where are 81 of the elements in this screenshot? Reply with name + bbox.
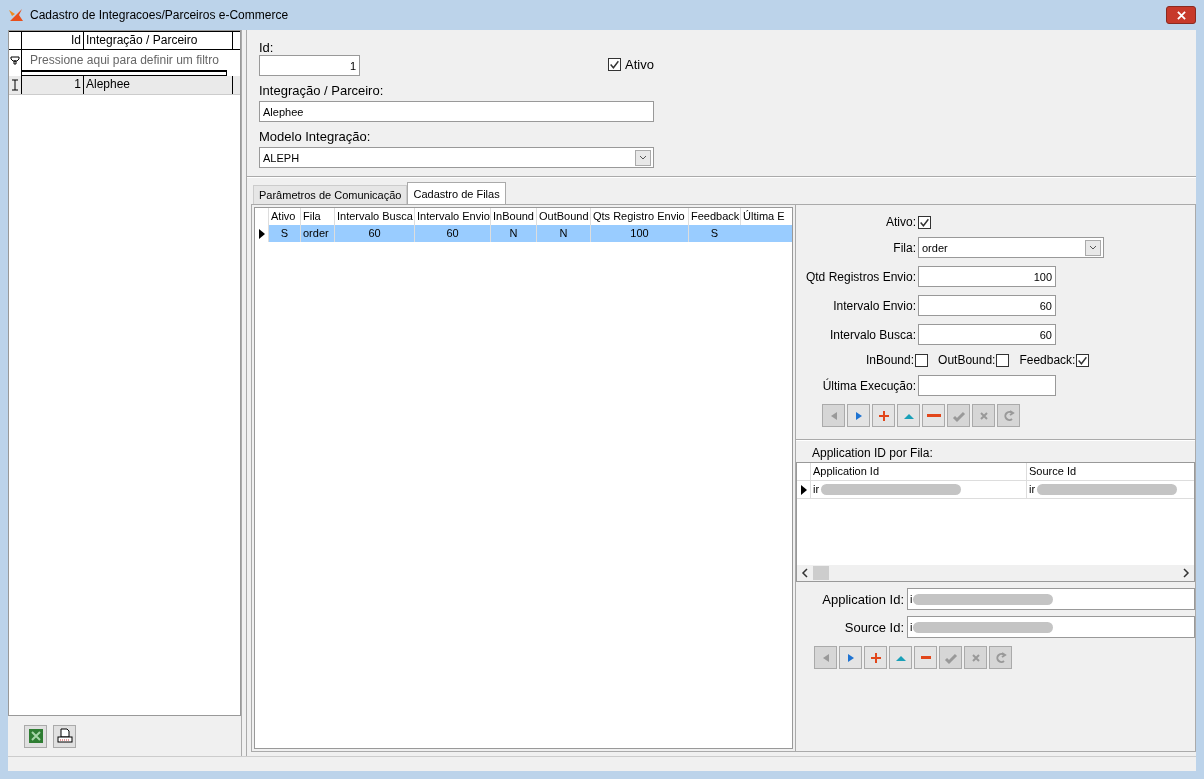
model-label: Modelo Integração:: [259, 129, 372, 144]
fila-dropdown[interactable]: order: [918, 237, 1104, 258]
table-cell: N: [536, 225, 590, 242]
print-button[interactable]: [53, 724, 76, 748]
tab[interactable]: Parâmetros de Comunicação: [253, 185, 408, 204]
ativo-label: Ativo:: [885, 215, 916, 229]
scroll-thumb[interactable]: [813, 566, 829, 580]
minus-icon: [920, 656, 931, 659]
next-button[interactable]: [839, 646, 862, 669]
delete-button[interactable]: [914, 646, 937, 669]
minus-icon: [926, 414, 941, 417]
chevron-right-icon[interactable]: [1182, 568, 1190, 578]
excel-export-button[interactable]: [24, 724, 47, 748]
app-logo-icon: [8, 7, 24, 23]
tab[interactable]: Cadastro de Filas: [407, 182, 506, 204]
table-cell: S: [268, 225, 300, 242]
flag-checkbox[interactable]: [1076, 353, 1090, 367]
qtd-label: Qtd Registros Envio:: [804, 269, 916, 284]
ativo-label: Ativo: [625, 57, 654, 72]
envio-field[interactable]: 60: [918, 295, 1056, 316]
row-pointer-icon: [800, 484, 807, 495]
horizontal-scrollbar[interactable]: [797, 565, 1194, 581]
busca-field[interactable]: 60: [918, 324, 1056, 345]
close-button[interactable]: [1166, 6, 1196, 24]
table-cell: N: [490, 225, 536, 242]
delete-button[interactable]: [922, 404, 945, 427]
busca-label: Intervalo Busca:: [828, 327, 916, 342]
window-title: Cadastro de Integracoes/Parceiros e-Commerce: [30, 8, 289, 22]
fila-label: Fila:: [892, 240, 916, 255]
ultima-label: Última Execução:: [821, 378, 916, 393]
table-cell: Alephee: [83, 76, 233, 94]
grid-row[interactable]: S order 60 60 N N 100 S: [255, 225, 792, 242]
partner-field[interactable]: Alephee: [259, 101, 654, 122]
edit-button[interactable]: [897, 404, 920, 427]
chevron-left-icon[interactable]: [801, 568, 809, 578]
ultima-field[interactable]: [918, 375, 1056, 396]
next-button[interactable]: [847, 404, 870, 427]
row-pointer-icon: [258, 228, 265, 239]
source-id-label: Source Id:: [843, 619, 904, 635]
flag-label: InBound:: [866, 353, 915, 367]
table-cell: 60: [414, 225, 490, 242]
column-header[interactable]: Source Id: [1026, 463, 1194, 480]
filter-hint[interactable]: Pressione aqui para definir um filtro: [21, 50, 227, 70]
partner-label: Integração / Parceiro:: [259, 83, 385, 98]
source-id-field[interactable]: i: [907, 616, 1195, 638]
insert-button[interactable]: [864, 646, 887, 669]
application-id-label: Application Id:: [821, 591, 904, 607]
close-icon: [1176, 10, 1186, 20]
column-header[interactable]: Id: [21, 32, 83, 49]
table-cell: 100: [590, 225, 688, 242]
qtd-field[interactable]: 100: [918, 266, 1056, 287]
ativo-checkbox[interactable]: [918, 215, 931, 229]
filter-icon: [9, 53, 21, 67]
refresh-icon: [993, 650, 1008, 665]
flag-checkbox[interactable]: [915, 353, 929, 367]
ativo-checkbox[interactable]: [608, 58, 621, 71]
envio-label: Intervalo Envio:: [832, 298, 916, 313]
plus-icon: [876, 408, 891, 423]
cursor-icon: [9, 78, 21, 92]
table-cell: S: [688, 225, 740, 242]
table-cell: order: [300, 225, 334, 242]
section-title: Application ID por Fila:: [811, 445, 934, 462]
plus-icon: [868, 650, 883, 665]
grid-row[interactable]: ir ir: [797, 481, 1194, 499]
edit-button[interactable]: [889, 646, 912, 669]
table-cell: 60: [334, 225, 414, 242]
column-header[interactable]: Application Id: [810, 463, 1026, 480]
flag-label: OutBound:: [938, 353, 996, 367]
insert-button[interactable]: [872, 404, 895, 427]
id-label: Id:: [259, 40, 275, 55]
refresh-icon: [1001, 408, 1016, 423]
grid-row[interactable]: 1 Alephee: [9, 76, 240, 95]
table-cell: 1: [21, 76, 83, 94]
model-dropdown[interactable]: ALEPH: [259, 147, 654, 168]
id-field[interactable]: 1: [259, 55, 360, 76]
application-id-field[interactable]: i: [907, 588, 1195, 610]
column-header[interactable]: Integração / Parceiro: [83, 32, 233, 49]
flag-label: Feedback:: [1019, 353, 1076, 367]
flag-checkbox[interactable]: [996, 353, 1010, 367]
table-cell-text: ir: [813, 482, 820, 497]
table-cell-text: ir: [1029, 482, 1036, 497]
